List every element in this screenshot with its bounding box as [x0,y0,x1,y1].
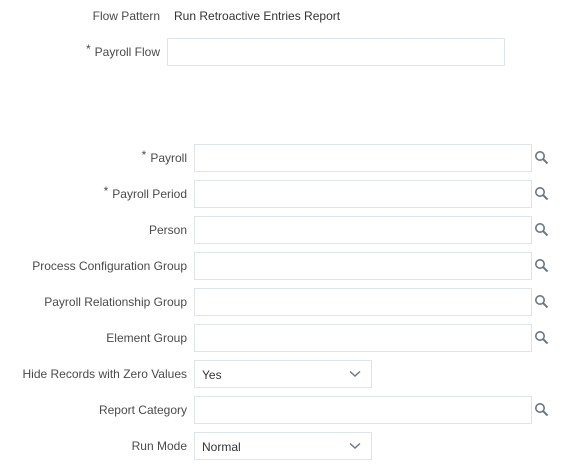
run-mode-label: Run Mode [131,439,187,453]
search-icon[interactable] [534,222,550,238]
process-configuration-group-input[interactable] [194,252,532,280]
payroll-input[interactable] [194,144,532,172]
element-group-label: Element Group [106,331,187,345]
chevron-down-icon [349,442,361,449]
payroll-label: * Payroll [141,148,187,165]
person-label: Person [148,223,187,237]
payroll-period-input[interactable] [194,180,532,208]
required-indicator: * [141,148,147,162]
required-indicator: * [103,184,109,198]
search-icon[interactable] [534,294,550,310]
run-mode-selected-value: Normal [202,440,241,454]
chevron-down-icon [349,370,361,377]
search-icon[interactable] [534,150,550,166]
search-icon[interactable] [534,186,550,202]
payroll-relationship-group-input[interactable] [194,288,532,316]
search-icon[interactable] [534,258,550,274]
hide-records-selected-value: Yes [202,368,222,382]
report-category-input[interactable] [194,396,532,424]
payroll-relationship-group-label: Payroll Relationship Group [44,295,187,309]
required-indicator: * [85,42,91,56]
run-mode-select[interactable]: Normal [194,432,372,460]
report-category-label: Report Category [98,403,187,417]
search-icon[interactable] [534,330,550,346]
person-input[interactable] [194,216,532,244]
payroll-period-label: * Payroll Period [103,184,187,201]
flow-pattern-value: Run Retroactive Entries Report [174,9,341,23]
hide-records-zero-values-select[interactable]: Yes [194,360,372,388]
element-group-input[interactable] [194,324,532,352]
process-configuration-group-label: Process Configuration Group [32,259,187,273]
flow-pattern-label: Flow Pattern [92,9,160,23]
hide-records-zero-values-label: Hide Records with Zero Values [22,367,187,381]
payroll-flow-input[interactable] [167,38,505,66]
payroll-flow-label: * Payroll Flow [85,42,160,59]
search-icon[interactable] [534,402,550,418]
